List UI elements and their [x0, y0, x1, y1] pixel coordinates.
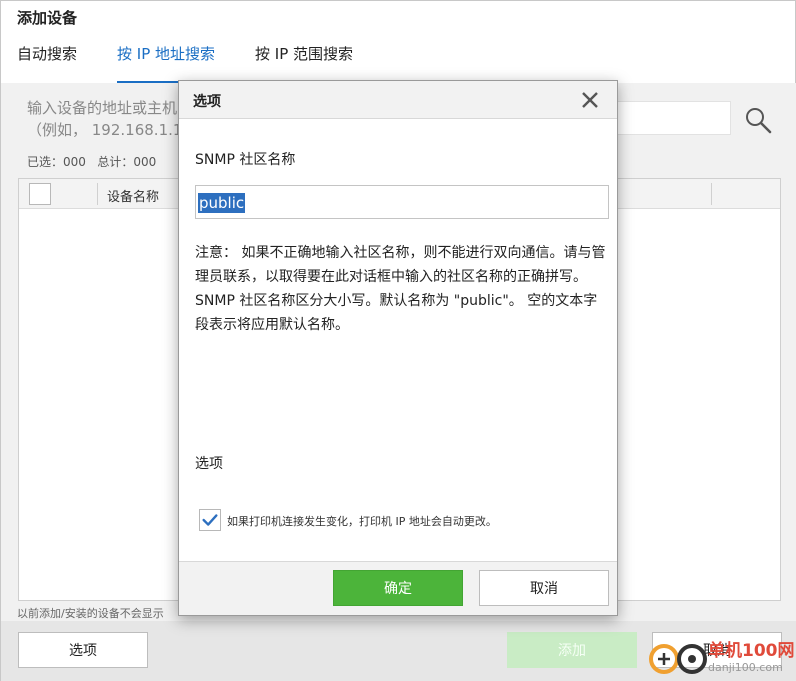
address-input[interactable]: [601, 101, 731, 135]
tab-ip-range-search[interactable]: 按 IP 范围搜索: [255, 43, 353, 83]
options-dialog: 选项 SNMP 社区名称 public 注意： 如果不正确地输入社区名称，则不能…: [178, 80, 618, 616]
dialog-header: 选项: [179, 81, 617, 119]
address-hint: 输入设备的地址或主机 （例如， 192.168.1.12: [27, 97, 192, 141]
address-hint-line1: 输入设备的地址或主机: [27, 99, 178, 117]
auto-update-ip-label: 如果打印机连接发生变化，打印机 IP 地址会自动更改。: [227, 515, 497, 528]
dialog-cancel-button[interactable]: 取消: [479, 570, 609, 606]
search-tabs: 自动搜索 按 IP 地址搜索 按 IP 范围搜索: [17, 43, 393, 83]
community-note: 注意： 如果不正确地输入社区名称，则不能进行双向通信。请与管理员联系，以取得要在…: [195, 245, 606, 333]
ok-button[interactable]: 确定: [333, 570, 463, 606]
community-name-label: SNMP 社区名称: [195, 152, 296, 168]
column-device-name[interactable]: 设备名称: [107, 186, 159, 205]
tab-auto-search[interactable]: 自动搜索: [17, 43, 77, 83]
address-hint-line2: （例如， 192.168.1.12: [27, 121, 192, 139]
tab-ip-address-search[interactable]: 按 IP 地址搜索: [117, 43, 216, 83]
options-heading: 选项: [195, 456, 223, 472]
watermark-url: danji100.com: [708, 661, 783, 674]
column-divider: [711, 183, 712, 205]
add-button[interactable]: 添加: [507, 632, 637, 668]
window-title: 添加设备: [17, 9, 78, 27]
community-name-input[interactable]: public: [195, 185, 609, 219]
select-all-checkbox[interactable]: [29, 183, 51, 205]
auto-update-ip-checkbox[interactable]: [199, 509, 221, 531]
selection-counts: 已选：000 总计：000: [27, 153, 156, 170]
options-button[interactable]: 选项: [18, 632, 148, 668]
total-count: 总计：000: [97, 155, 157, 169]
watermark-name: 单机100网: [708, 641, 795, 661]
close-icon[interactable]: [579, 89, 601, 111]
column-divider: [97, 183, 98, 205]
footnote: 以前添加/安装的设备不会显示: [17, 607, 164, 620]
dialog-title: 选项: [193, 94, 221, 110]
search-icon[interactable]: [743, 105, 773, 135]
community-name-value: public: [198, 193, 246, 213]
selected-count: 已选：000: [27, 155, 86, 169]
